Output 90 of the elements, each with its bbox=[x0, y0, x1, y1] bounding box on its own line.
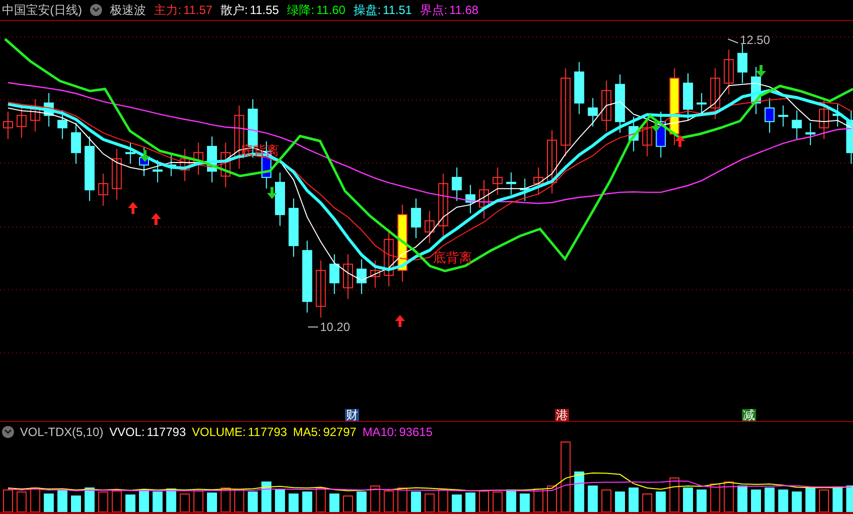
candlestick bbox=[764, 98, 775, 134]
candlestick bbox=[506, 172, 516, 196]
event-marker[interactable]: 减 bbox=[742, 409, 756, 421]
candlestick bbox=[710, 68, 720, 120]
candlestick bbox=[288, 198, 299, 258]
candlestick bbox=[846, 110, 853, 164]
arrow-up-icon bbox=[128, 202, 138, 214]
event-marker[interactable]: 财 bbox=[345, 409, 359, 421]
candlestick bbox=[832, 104, 843, 128]
candlestick bbox=[152, 160, 163, 183]
candlestick bbox=[588, 98, 598, 128]
candlestick bbox=[792, 110, 802, 140]
candlestick bbox=[125, 142, 136, 164]
chevron-down-icon[interactable] bbox=[2, 426, 14, 438]
candlestick bbox=[370, 260, 380, 288]
candlestick bbox=[574, 62, 584, 115]
candlestick bbox=[778, 104, 788, 128]
candlestick bbox=[3, 111, 13, 140]
candlestick bbox=[628, 116, 639, 152]
legend-label: 界点: bbox=[420, 2, 448, 19]
candlestick bbox=[492, 166, 503, 196]
arrow-down-icon bbox=[651, 120, 661, 132]
legend-label: MA10: bbox=[362, 424, 398, 440]
candlestick bbox=[411, 198, 421, 239]
candlestick bbox=[166, 154, 176, 177]
legend-value: 11.57 bbox=[183, 2, 212, 19]
volume-indicator-name: VOL-TDX(5,10) bbox=[20, 424, 104, 440]
candlestick bbox=[316, 260, 326, 318]
arrow-up-icon bbox=[395, 315, 405, 327]
candlestick bbox=[805, 122, 816, 146]
candlestick bbox=[424, 210, 435, 244]
event-marker[interactable]: 港 bbox=[555, 409, 569, 421]
candlestick bbox=[356, 258, 367, 294]
candlestick bbox=[452, 166, 462, 202]
legend-label: 绿降: bbox=[286, 2, 314, 19]
candlestick bbox=[601, 80, 612, 132]
candlestick bbox=[520, 178, 530, 202]
candlestick bbox=[465, 184, 476, 214]
candlestick bbox=[615, 74, 625, 134]
legend-value: 11.55 bbox=[250, 2, 279, 19]
divergence-label: 底背离 bbox=[433, 251, 472, 264]
candlestick bbox=[207, 136, 217, 183]
candlestick bbox=[44, 92, 54, 128]
candlestick bbox=[683, 72, 693, 121]
candlestick bbox=[98, 173, 108, 206]
candlestick bbox=[30, 98, 40, 132]
candlestick bbox=[57, 110, 68, 140]
indicator-name: 极速波 bbox=[110, 2, 146, 19]
legend-value: 117793 bbox=[248, 424, 288, 440]
candlestick bbox=[220, 142, 231, 188]
candlestick bbox=[533, 166, 544, 196]
candlestick bbox=[438, 173, 448, 238]
chevron-down-icon[interactable] bbox=[90, 4, 102, 16]
candlestick bbox=[343, 254, 353, 300]
legend-value: 117793 bbox=[146, 424, 186, 440]
legend-label: 散户: bbox=[220, 2, 248, 19]
candlestick bbox=[384, 228, 394, 288]
leader-line bbox=[728, 38, 738, 44]
legend-label: MA5: bbox=[293, 424, 322, 440]
arrow-up-icon bbox=[151, 213, 161, 225]
candlestick bbox=[180, 148, 190, 182]
price-label: 12.50 bbox=[740, 34, 770, 46]
candlestick bbox=[84, 136, 95, 202]
candlestick bbox=[696, 92, 707, 115]
candlestick bbox=[737, 42, 748, 84]
leader-line bbox=[308, 326, 318, 328]
legend-value: 92797 bbox=[323, 424, 356, 440]
legend-label: 主力: bbox=[154, 2, 182, 19]
candlestick bbox=[547, 130, 557, 194]
legend-label: VOLUME: bbox=[192, 424, 246, 440]
legend-value: 11.60 bbox=[316, 2, 346, 19]
arrow-down-icon bbox=[756, 65, 766, 77]
arrow-down-icon bbox=[267, 187, 277, 199]
candlestick bbox=[479, 179, 489, 219]
arrow-up-icon bbox=[675, 135, 685, 147]
legend-value: 11.51 bbox=[382, 2, 412, 19]
arrow-down-icon bbox=[140, 150, 150, 162]
candlestick bbox=[193, 142, 204, 176]
legend-value: 11.68 bbox=[449, 2, 478, 19]
candlestick bbox=[819, 98, 829, 140]
candlestick bbox=[724, 49, 734, 95]
legend-value: 93615 bbox=[399, 424, 432, 440]
price-label: 10.20 bbox=[320, 321, 350, 333]
candlestick bbox=[329, 254, 340, 294]
legend-label: VVOL: bbox=[109, 424, 145, 440]
candlestick bbox=[275, 172, 285, 226]
legend-label: 操盘: bbox=[353, 2, 381, 19]
stock-title: 中国宝安(日线) bbox=[2, 2, 82, 19]
candlestick bbox=[71, 122, 81, 164]
candlestick bbox=[112, 148, 122, 200]
